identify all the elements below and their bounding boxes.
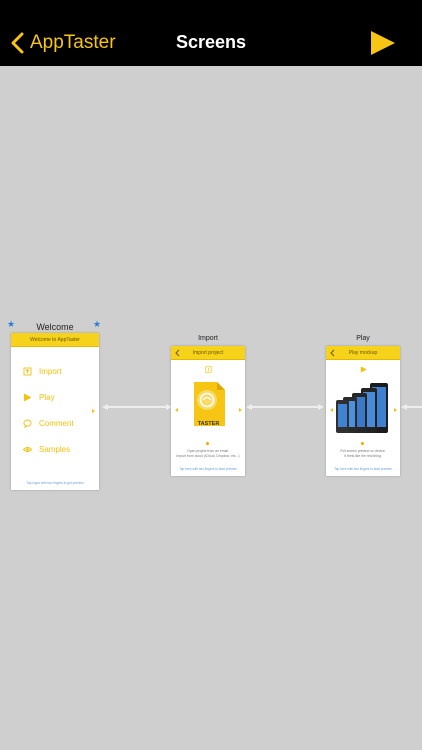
play-icon[interactable]	[370, 30, 396, 56]
play-icon	[360, 366, 367, 373]
connector-line	[406, 406, 422, 408]
chevron-right-icon	[394, 408, 397, 412]
menu-item-label: Play	[39, 393, 55, 402]
screen-card-play[interactable]: Play mockup Full screen preview on devic…	[326, 346, 400, 476]
apptaster-file-icon	[194, 382, 225, 426]
file-icon-label: TASTER	[197, 421, 220, 427]
connector-line	[107, 406, 170, 408]
chevron-left-icon	[175, 349, 180, 357]
card-footer: Tap logos with two fingers to get previe…	[26, 481, 84, 485]
navigation-bar: AppTaster Screens	[0, 20, 422, 66]
devices-illustration	[336, 383, 388, 433]
chevron-left-icon	[175, 408, 178, 412]
card-footer: Tap here with two fingers to start previ…	[334, 467, 392, 471]
description-line: Full screen preview on device.	[340, 449, 386, 453]
screen-label-import: Import	[198, 335, 218, 342]
arrow-right-icon	[318, 404, 324, 410]
card-footer: Tap here with two fingers to start previ…	[179, 467, 237, 471]
menu-item-play[interactable]: Play	[23, 393, 55, 402]
screen-card-welcome[interactable]: Welcome to AppTaster Import Play Comment	[11, 333, 99, 490]
description-line: Open project from an email.	[187, 449, 229, 453]
menu-item-import[interactable]: Import	[23, 367, 62, 376]
screen-label-play: Play	[356, 335, 370, 342]
chevron-right-icon	[239, 408, 242, 412]
description-line: It feels like the real thing.	[344, 454, 382, 458]
chevron-right-icon	[92, 409, 95, 413]
menu-item-label: Import	[39, 367, 62, 376]
card-header: Import project	[171, 346, 245, 360]
menu-item-label: Comment	[39, 419, 74, 428]
card-header-title: Play mockup	[348, 349, 378, 356]
card-header-title: Import project	[192, 349, 224, 356]
arrow-left-icon	[246, 404, 252, 410]
arrow-left-icon	[401, 404, 407, 410]
start-star-icon: ★	[93, 319, 102, 329]
card-header: Play mockup	[326, 346, 400, 360]
chevron-left-icon	[330, 349, 335, 357]
menu-item-label: Samples	[39, 445, 71, 454]
connector-line	[251, 406, 320, 408]
status-bar	[0, 0, 422, 20]
card-header: Welcome to AppTaster	[11, 333, 99, 347]
menu-item-samples[interactable]: Samples	[23, 445, 70, 454]
screen-label-welcome: Welcome	[36, 322, 74, 332]
page-indicator	[361, 442, 364, 445]
screens-canvas[interactable]: ★ Welcome ★ Welcome to AppTaster Import …	[0, 66, 422, 750]
menu-item-comment[interactable]: Comment	[23, 419, 74, 428]
import-icon	[23, 367, 32, 376]
eye-icon	[23, 447, 32, 452]
description-line: Import from cloud (iCloud, Dropbox, etc.…	[176, 454, 240, 458]
arrow-left-icon	[102, 404, 108, 410]
screen-card-import[interactable]: Import project TASTER Open project from …	[171, 346, 245, 476]
import-icon	[205, 366, 212, 373]
page-indicator	[206, 442, 209, 445]
comment-icon	[23, 419, 32, 428]
chevron-left-icon	[330, 408, 333, 412]
page-title: Screens	[175, 32, 247, 52]
play-icon	[24, 393, 32, 402]
